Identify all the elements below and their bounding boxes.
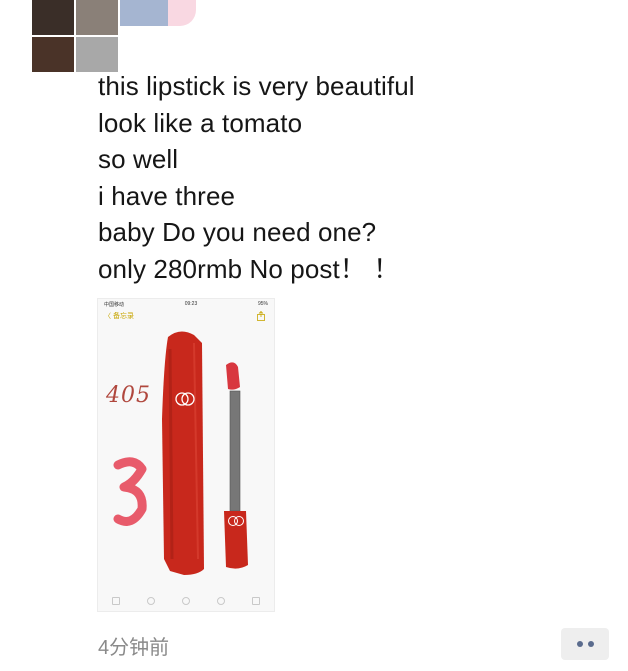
avatar-pixel — [32, 0, 74, 35]
post-image[interactable]: 中国移动 09:23 95% 〈 备忘录 405 — [97, 298, 275, 612]
username-blur-accent — [168, 0, 196, 26]
handwritten-shade: 405 — [106, 383, 151, 408]
post-line: only 280rmb No post！ ！ — [98, 253, 400, 284]
notes-toolbar — [98, 595, 274, 607]
more-dots-icon — [587, 641, 594, 647]
wand-tip — [226, 362, 240, 390]
post-line: baby Do you need one? — [98, 217, 377, 247]
post-line: this lipstick is very beautiful — [98, 71, 415, 101]
more-dots-icon — [576, 641, 583, 647]
avatar-pixel — [76, 0, 118, 35]
compose-icon — [252, 597, 261, 605]
check-icon — [146, 597, 155, 605]
wand-stick — [229, 390, 241, 512]
pen-icon — [217, 597, 226, 605]
post-line: so well — [98, 144, 179, 174]
handwritten-three — [113, 457, 147, 526]
avatar[interactable] — [32, 0, 118, 72]
post-timestamp: 4分钟前 — [98, 637, 170, 659]
add-icon — [181, 597, 190, 605]
lipstick-drawing — [113, 331, 248, 575]
wand-bottle — [224, 511, 248, 569]
avatar-pixel — [76, 37, 118, 72]
more-actions-button[interactable] — [561, 628, 609, 660]
post-text: this lipstick is very beautiful look lik… — [98, 68, 598, 287]
avatar-pixel — [32, 37, 74, 72]
post-line: look like a tomato — [98, 107, 303, 138]
trash-icon — [111, 597, 120, 605]
username-blur — [120, 0, 168, 26]
post-line: i have three — [98, 180, 236, 211]
